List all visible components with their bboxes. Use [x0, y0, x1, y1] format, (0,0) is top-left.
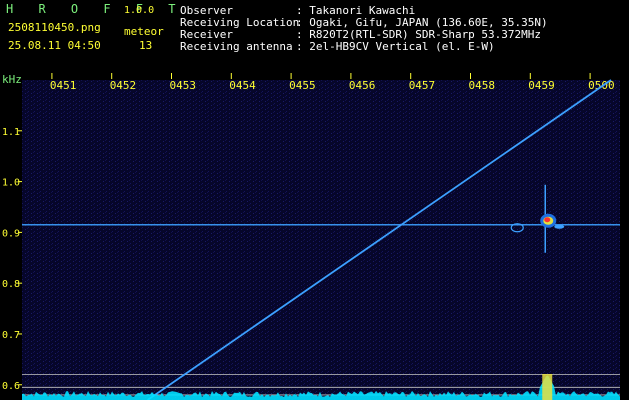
- y-tick-label: 1.0: [2, 178, 20, 189]
- x-tick-label: 0456: [349, 79, 376, 92]
- app-title: H R O F F T: [6, 2, 185, 16]
- x-tick-label: 0451: [50, 79, 77, 92]
- datetime: 25.08.11 04:50: [8, 39, 101, 52]
- x-tick-label: 0455: [289, 79, 316, 92]
- version: 1.0.0: [124, 5, 155, 16]
- y-axis-label: kHz: [2, 73, 22, 86]
- y-tick-label: 0.6: [2, 381, 20, 392]
- info-value-antenna: : 2el-HB9CV Vertical (el. E-W): [296, 40, 495, 53]
- x-tick-label: 0453: [170, 79, 197, 92]
- meteor-echo-core: [544, 217, 551, 223]
- meteor-echo-tail: [554, 224, 565, 229]
- meteor-label: meteor: [124, 25, 164, 38]
- y-tick-label: 0.8: [2, 279, 20, 290]
- spectrum-area: [22, 80, 620, 400]
- y-tick-label: 1.1: [2, 127, 20, 138]
- x-tick-label: 0452: [110, 79, 137, 92]
- filename: 2508110450.png: [8, 21, 101, 34]
- spectrogram: kHz 0451 0452 0453 0454 0455 0456 0457 0458 0459…: [0, 72, 629, 400]
- y-tick-label: 0.7: [2, 330, 20, 341]
- x-tick-label: 0457: [409, 79, 436, 92]
- header: H R O F F T 1.0.0 2508110450.png 25.08.1…: [0, 0, 629, 72]
- x-tick-label: 0454: [229, 79, 256, 92]
- meteor-count: 13: [139, 39, 153, 52]
- x-tick-label: 0458: [469, 79, 496, 92]
- info-label-antenna: Receiving antenna: [180, 40, 293, 53]
- intensity-peak: [542, 374, 553, 400]
- y-tick-label: 0.9: [2, 228, 20, 239]
- x-tick-label: 0459: [528, 79, 555, 92]
